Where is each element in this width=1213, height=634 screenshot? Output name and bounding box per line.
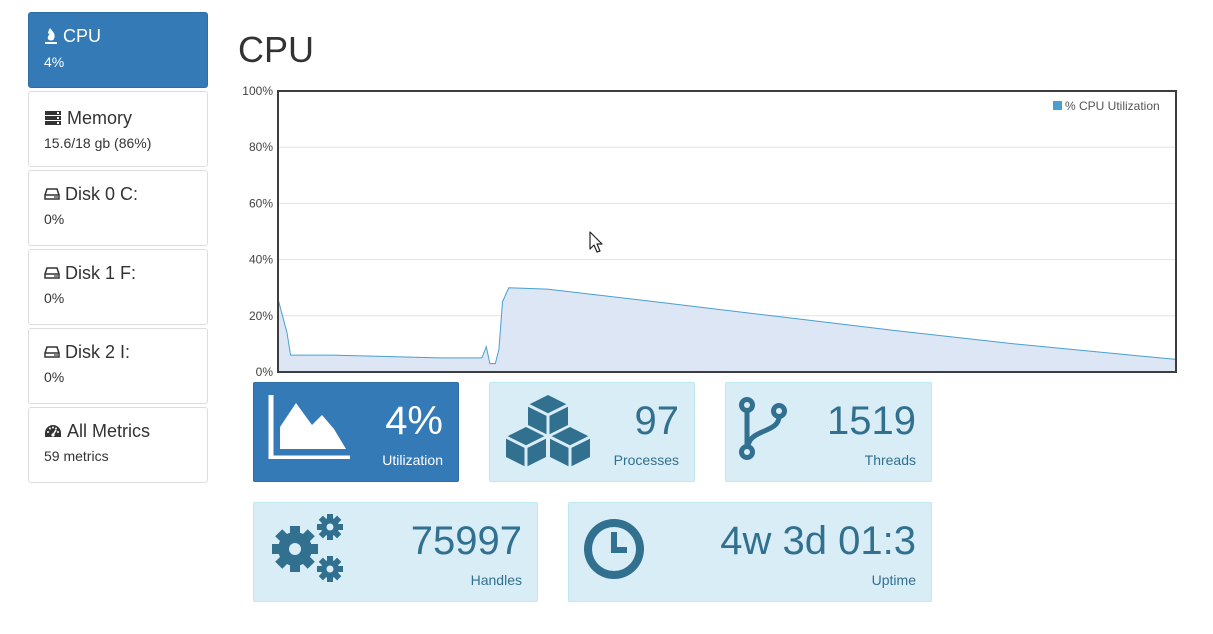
- sidebar-item-label: Disk 1 F:: [65, 263, 137, 283]
- code-fork-icon: [739, 397, 787, 460]
- y-tick-label: 60%: [249, 196, 273, 210]
- y-tick-label: 0%: [256, 365, 274, 379]
- y-tick-label: 20%: [249, 309, 273, 323]
- uptime-value: 4w 3d 01:3: [720, 519, 916, 563]
- sidebar-item-value: 4%: [44, 54, 65, 70]
- sidebar-item-value: 0%: [44, 290, 65, 306]
- cpu-utilization-chart: 0% 20% 40% 60% 80% 100% % CPU Utilization: [242, 84, 1177, 379]
- clock-icon: [584, 519, 644, 579]
- legend-label: % CPU Utilization: [1065, 99, 1160, 113]
- hard-drive-icon: [44, 346, 60, 358]
- area-chart-icon: [268, 395, 350, 459]
- sidebar-item-value: 59 metrics: [44, 448, 109, 464]
- utilization-value: 4%: [385, 399, 443, 443]
- utilization-label: Utilization: [382, 452, 443, 468]
- gears-icon: [272, 514, 343, 582]
- sidebar-item-label: Memory: [67, 108, 133, 128]
- cubes-icon: [505, 395, 591, 467]
- sidebar-item-cpu[interactable]: CPU 4%: [28, 12, 208, 88]
- dashboard-icon: [45, 425, 61, 437]
- hard-drive-icon: [44, 267, 60, 279]
- sidebar-item-label: All Metrics: [67, 421, 151, 441]
- sidebar-item-value: 15.6/18 gb (86%): [44, 135, 152, 151]
- hard-drive-icon: [44, 188, 60, 200]
- sidebar-item-memory[interactable]: Memory 15.6/18 gb (86%): [28, 91, 208, 167]
- cpu-utilization-area: [278, 287, 1176, 372]
- page-title: CPU: [238, 29, 315, 70]
- legend-swatch: [1053, 101, 1062, 110]
- processes-value: 97: [634, 399, 680, 443]
- handles-tile[interactable]: 75997 Handles: [253, 502, 538, 602]
- sidebar-item-label: Disk 0 C:: [65, 184, 139, 204]
- y-tick-label: 80%: [249, 140, 273, 154]
- processes-label: Processes: [613, 452, 679, 468]
- sidebar-item-disk-1[interactable]: Disk 1 F: 0%: [28, 249, 208, 325]
- sidebar-item-value: 0%: [44, 369, 65, 385]
- flame-icon: [45, 28, 57, 44]
- sidebar-item-disk-2[interactable]: Disk 2 I: 0%: [28, 328, 208, 404]
- sidebar-item-label: CPU: [63, 26, 102, 46]
- y-tick-label: 40%: [249, 253, 273, 267]
- uptime-tile[interactable]: 4w 3d 01:3 Uptime: [568, 502, 932, 602]
- threads-label: Threads: [864, 452, 916, 468]
- sidebar-item-disk-0[interactable]: Disk 0 C: 0%: [28, 170, 208, 246]
- utilization-tile[interactable]: 4% Utilization: [253, 382, 459, 482]
- sidebar-item-value: 0%: [44, 211, 65, 227]
- sidebar: CPU 4% Memory 15.6/18 gb (86%) Disk 0 C:…: [28, 12, 208, 486]
- chart-y-axis: 0% 20% 40% 60% 80% 100%: [242, 84, 273, 379]
- chart-gridlines: [278, 146, 1176, 317]
- handles-label: Handles: [470, 572, 522, 588]
- handles-value: 75997: [410, 519, 522, 563]
- threads-tile[interactable]: 1519 Threads: [725, 382, 932, 482]
- mouse-cursor-icon: [589, 231, 603, 253]
- y-tick-label: 100%: [242, 84, 273, 98]
- threads-value: 1519: [827, 399, 916, 443]
- uptime-label: Uptime: [871, 572, 916, 588]
- memory-icon: [45, 111, 61, 125]
- processes-tile[interactable]: 97 Processes: [489, 382, 695, 482]
- sidebar-item-label: Disk 2 I:: [65, 342, 131, 362]
- sidebar-item-all-metrics[interactable]: All Metrics 59 metrics: [28, 407, 208, 483]
